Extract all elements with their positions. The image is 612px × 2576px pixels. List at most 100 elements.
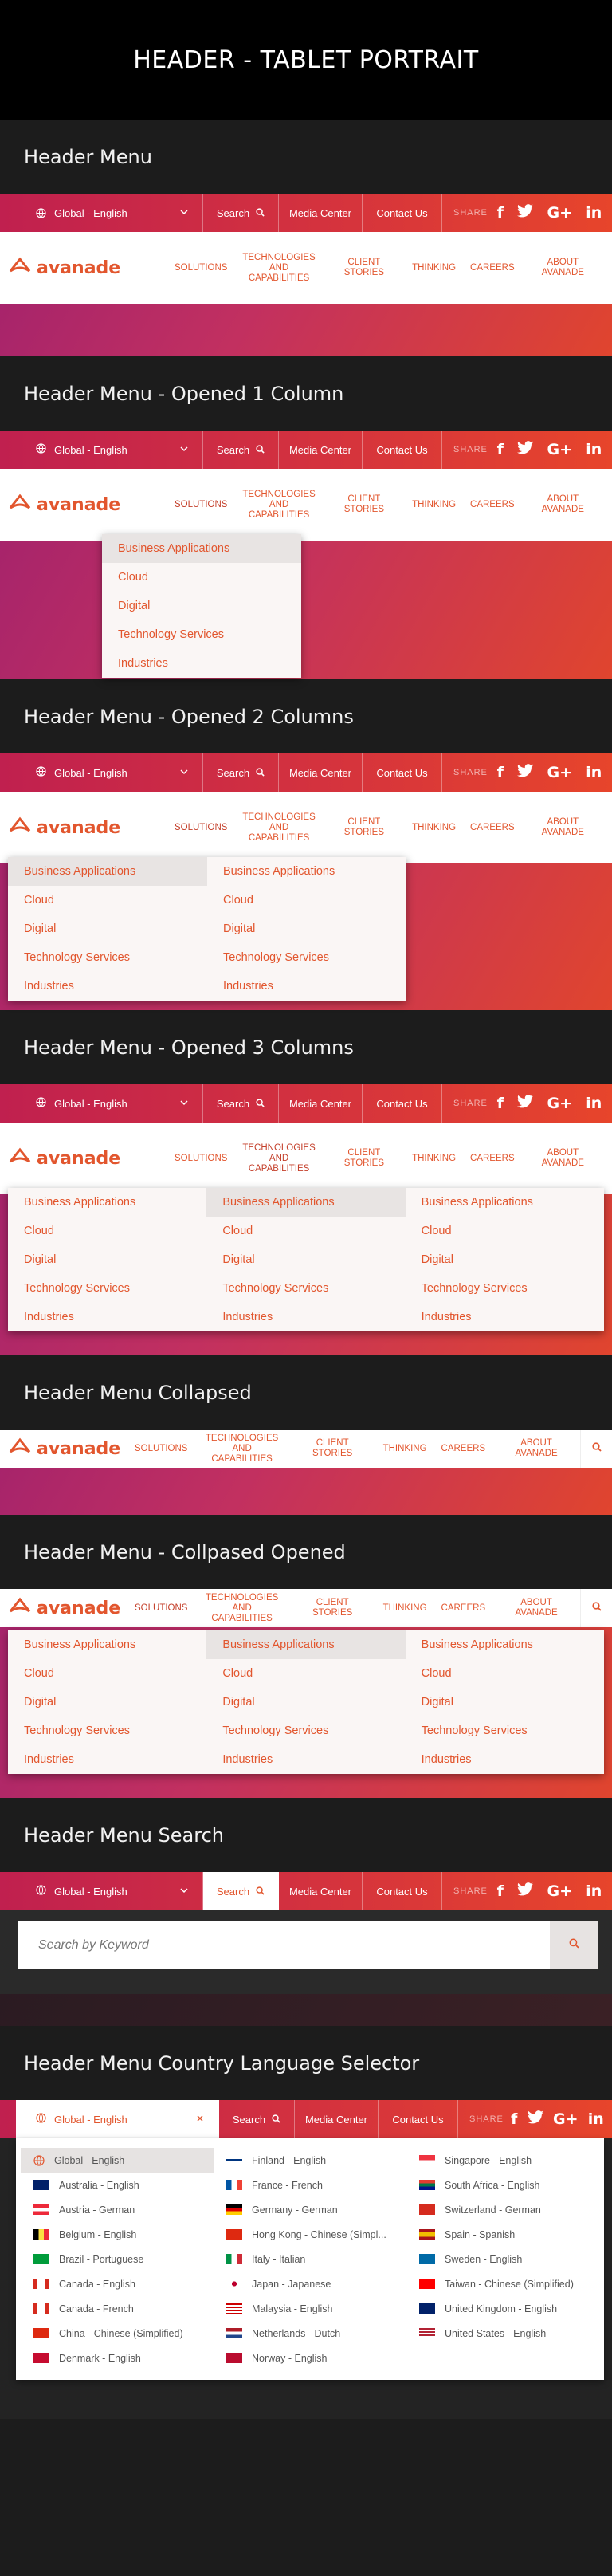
nav-thinking[interactable]: THINKING	[376, 1603, 434, 1614]
search-button[interactable]: Search	[203, 1084, 279, 1123]
nav-about[interactable]: ABOUT AVANADE	[522, 494, 604, 515]
nav-client-stories[interactable]: CLIENT STORIES	[289, 1438, 376, 1459]
country-option[interactable]: Italy - Italian	[214, 2247, 406, 2271]
search-button[interactable]	[580, 1589, 612, 1627]
menu-item[interactable]: Digital	[206, 1245, 405, 1274]
google-plus-icon[interactable]: G+	[547, 204, 572, 222]
avanade-logo[interactable]: avanade	[0, 1147, 167, 1170]
google-plus-icon[interactable]: G+	[547, 764, 572, 781]
nav-careers[interactable]: CAREERS	[463, 1154, 522, 1164]
menu-item[interactable]: Business Applications	[406, 1188, 604, 1217]
nav-client-stories[interactable]: CLIENT STORIES	[324, 1148, 405, 1169]
linkedin-icon[interactable]: in	[586, 441, 602, 458]
country-option[interactable]: Canada - French	[21, 2296, 214, 2321]
global-selector[interactable]: Global - English	[0, 1872, 203, 1910]
country-option[interactable]: Taiwan - Chinese (Simplified)	[406, 2271, 599, 2296]
facebook-icon[interactable]: f	[497, 764, 504, 781]
facebook-icon[interactable]: f	[497, 441, 504, 458]
twitter-icon[interactable]	[527, 2110, 543, 2128]
nav-careers[interactable]: CAREERS	[463, 823, 522, 833]
contact-us-link[interactable]: Contact Us	[379, 2100, 458, 2138]
avanade-logo[interactable]: avanade	[0, 257, 167, 279]
country-option[interactable]: Germany - German	[214, 2197, 406, 2222]
nav-client-stories[interactable]: CLIENT STORIES	[324, 817, 405, 838]
media-center-link[interactable]: Media Center	[279, 194, 363, 232]
search-submit-button[interactable]	[550, 1921, 598, 1969]
facebook-icon[interactable]: f	[497, 1882, 504, 1900]
menu-item[interactable]: Cloud	[406, 1217, 604, 1245]
menu-item[interactable]: Business Applications	[206, 1630, 406, 1659]
menu-item[interactable]: Industries	[8, 1303, 206, 1331]
media-center-link[interactable]: Media Center	[295, 2100, 379, 2138]
nav-solutions[interactable]: SOLUTIONS	[128, 1444, 194, 1454]
country-option[interactable]: Brazil - Portuguese	[21, 2247, 214, 2271]
menu-item[interactable]: Digital	[8, 1688, 206, 1717]
linkedin-icon[interactable]: in	[586, 764, 602, 781]
nav-solutions[interactable]: SOLUTIONS	[167, 1154, 234, 1164]
google-plus-icon[interactable]: G+	[547, 441, 572, 458]
menu-item[interactable]: Industries	[8, 1745, 206, 1774]
nav-thinking[interactable]: THINKING	[405, 1154, 463, 1164]
country-option[interactable]: Malaysia - English	[214, 2296, 406, 2321]
menu-item[interactable]: Cloud	[207, 886, 406, 914]
menu-item[interactable]: Technology Services	[8, 943, 207, 972]
nav-solutions[interactable]: SOLUTIONS	[167, 500, 234, 510]
avanade-logo[interactable]: avanade	[0, 1437, 128, 1460]
menu-item[interactable]: Industries	[206, 1303, 405, 1331]
menu-item[interactable]: Digital	[207, 914, 406, 943]
search-input[interactable]	[18, 1921, 550, 1969]
google-plus-icon[interactable]: G+	[547, 1095, 572, 1112]
close-icon[interactable]	[196, 2113, 204, 2125]
linkedin-icon[interactable]: in	[586, 1882, 602, 1900]
menu-item[interactable]: Digital	[8, 1245, 206, 1274]
menu-item[interactable]: Industries	[206, 1745, 405, 1774]
country-option[interactable]: Austria - German	[21, 2197, 214, 2222]
menu-item[interactable]: Industries	[406, 1303, 604, 1331]
search-button[interactable]: Search	[203, 194, 279, 232]
media-center-link[interactable]: Media Center	[279, 1084, 363, 1123]
nav-careers[interactable]: CAREERS	[434, 1603, 493, 1614]
menu-item[interactable]: Business Applications	[8, 1630, 206, 1659]
country-option[interactable]: Canada - English	[21, 2271, 214, 2296]
avanade-logo[interactable]: avanade	[0, 1597, 128, 1619]
twitter-icon[interactable]	[517, 1882, 534, 1900]
nav-about[interactable]: ABOUT AVANADE	[522, 1148, 604, 1169]
menu-item[interactable]: Digital	[8, 914, 207, 943]
menu-item[interactable]: Business Applications	[406, 1630, 604, 1659]
menu-item[interactable]: Technology Services	[8, 1274, 206, 1303]
country-option[interactable]: United States - English	[406, 2321, 599, 2346]
nav-solutions[interactable]: SOLUTIONS	[167, 263, 234, 273]
nav-about[interactable]: ABOUT AVANADE	[522, 817, 604, 838]
global-selector[interactable]: Global - English	[0, 1084, 203, 1123]
menu-item[interactable]: Technology Services	[8, 1717, 206, 1745]
media-center-link[interactable]: Media Center	[279, 753, 363, 792]
nav-client-stories[interactable]: CLIENT STORIES	[289, 1598, 376, 1618]
nav-technologies[interactable]: TECHNOLOGIES AND CAPABILITIES	[194, 1593, 288, 1624]
global-selector[interactable]: Global - English	[0, 753, 203, 792]
nav-technologies[interactable]: TECHNOLOGIES AND CAPABILITIES	[234, 812, 323, 844]
menu-item[interactable]: Technology Services	[206, 1274, 405, 1303]
country-option[interactable]: France - French	[214, 2173, 406, 2197]
country-option[interactable]: Finland - English	[214, 2148, 406, 2173]
menu-item[interactable]: Business Applications	[8, 1188, 206, 1217]
nav-thinking[interactable]: THINKING	[405, 823, 463, 833]
nav-technologies[interactable]: TECHNOLOGIES AND CAPABILITIES	[194, 1434, 288, 1465]
menu-item[interactable]: Technology Services	[207, 943, 406, 972]
menu-item[interactable]: Digital	[406, 1688, 604, 1717]
twitter-icon[interactable]	[517, 441, 534, 458]
country-option[interactable]: Netherlands - Dutch	[214, 2321, 406, 2346]
country-option[interactable]: China - Chinese (Simplified)	[21, 2321, 214, 2346]
nav-solutions[interactable]: SOLUTIONS	[167, 823, 234, 833]
menu-item[interactable]: Cloud	[206, 1217, 405, 1245]
country-option[interactable]: Hong Kong - Chinese (Simpl...	[214, 2222, 406, 2247]
menu-item[interactable]: Cloud	[8, 886, 207, 914]
linkedin-icon[interactable]: in	[586, 204, 602, 222]
contact-us-link[interactable]: Contact Us	[363, 753, 442, 792]
menu-item[interactable]: Technology Services	[406, 1274, 604, 1303]
twitter-icon[interactable]	[517, 1095, 534, 1112]
search-button[interactable]: Search	[219, 2100, 295, 2138]
google-plus-icon[interactable]: G+	[553, 2110, 579, 2128]
facebook-icon[interactable]: f	[497, 1095, 504, 1112]
nav-about[interactable]: ABOUT AVANADE	[492, 1598, 580, 1618]
country-option[interactable]: Sweden - English	[406, 2247, 599, 2271]
